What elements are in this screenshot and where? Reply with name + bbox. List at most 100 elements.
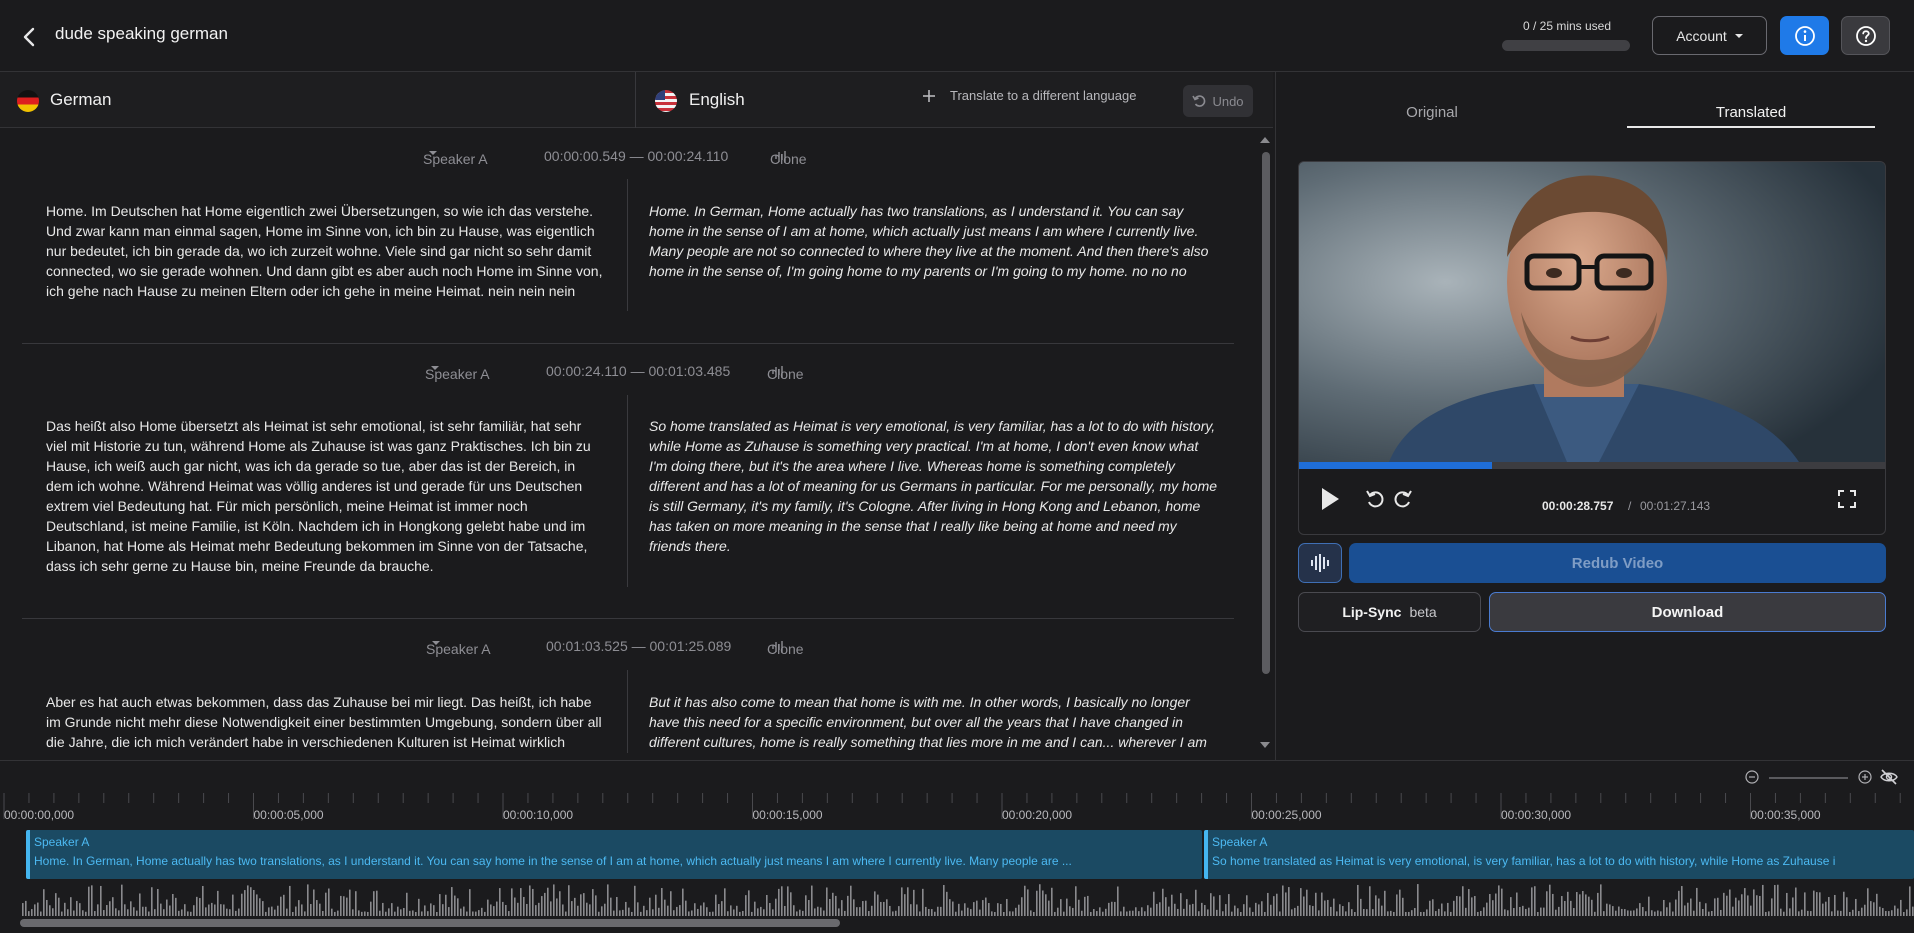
video-frame[interactable] [1299, 162, 1885, 462]
tab-translated[interactable]: Translated [1627, 104, 1875, 121]
waveform-bar [1258, 904, 1260, 916]
forward-icon[interactable] [1393, 489, 1413, 509]
zoom-slider[interactable] [1769, 777, 1848, 779]
waveform-bar [841, 900, 843, 916]
account-dropdown[interactable]: Account [1652, 16, 1767, 55]
waveform-bar [586, 902, 588, 916]
waveform-bar [505, 904, 507, 916]
timeline-horizontal-scrollbar[interactable] [20, 919, 840, 927]
zoom-out-icon[interactable] [1745, 770, 1759, 784]
waveform-bar [973, 902, 975, 916]
help-button[interactable] [1841, 16, 1890, 55]
zoom-in-icon[interactable] [1858, 770, 1872, 784]
clone-voice-button[interactable]: Clone [770, 148, 807, 167]
waveform-bar [406, 892, 408, 916]
waveform-bar [703, 902, 705, 916]
waveform-bar [484, 911, 486, 916]
waveform-bar [391, 903, 393, 916]
waveform-bar [547, 887, 549, 916]
waveform-bar [628, 907, 630, 916]
waveform-bar [1750, 905, 1752, 916]
segment-translated-text[interactable]: Home. In German, Home actually has two t… [649, 201, 1219, 281]
timeline-clip[interactable]: Speaker A Home. In German, Home actually… [26, 830, 1202, 879]
timeline-clip[interactable]: Speaker A So home translated as Heimat i… [1204, 830, 1914, 879]
video-progress-track[interactable] [1299, 462, 1885, 469]
tab-original[interactable]: Original [1308, 104, 1556, 121]
waveform-bar [304, 911, 306, 916]
waveform-bar [691, 910, 693, 916]
segment-original-text[interactable]: Aber es hat auch etwas bekommen, dass da… [46, 692, 606, 753]
segment-original-text[interactable]: Das heißt also Home übersetzt als Heimat… [46, 416, 606, 576]
waveform-bar [1525, 908, 1527, 916]
segment-translated-text[interactable]: But it has also come to mean that home i… [649, 692, 1219, 753]
clone-voice-button[interactable]: Clone [767, 363, 804, 382]
eye-off-icon[interactable] [1880, 768, 1898, 786]
waveform-bar [892, 911, 894, 916]
translate-different-language-button[interactable]: Translate to a different language [922, 88, 1136, 103]
play-icon[interactable] [1319, 486, 1341, 512]
waveform-bar [184, 904, 186, 916]
segment-translated-text[interactable]: So home translated as Heimat is very emo… [649, 416, 1219, 556]
waveform-bar [313, 889, 315, 916]
waveform-bar [253, 889, 255, 916]
clip-speaker: Speaker A [1212, 835, 1268, 849]
waveform-icon [1311, 554, 1329, 572]
clone-voice-button[interactable]: Clone [767, 638, 804, 657]
waveform-bar [877, 894, 879, 916]
download-button[interactable]: Download [1489, 592, 1886, 632]
back-arrow-icon[interactable] [20, 26, 40, 48]
clip-speaker: Speaker A [34, 835, 90, 849]
waveform-bar [1396, 894, 1398, 916]
waveform-bar [1828, 897, 1830, 916]
redub-video-button[interactable]: Redub Video [1349, 543, 1886, 583]
waveform-bar [280, 896, 282, 916]
waveform-bar [931, 909, 933, 916]
waveform-bar [1801, 909, 1803, 916]
waveform-bar [1615, 910, 1617, 916]
segment-original-text[interactable]: Home. Im Deutschen hat Home eigentlich z… [46, 201, 606, 301]
waveform-bar [97, 904, 99, 916]
waveform-bar [583, 893, 585, 916]
waveform-bar [1180, 893, 1182, 916]
waveform-bar [1702, 908, 1704, 916]
info-button[interactable] [1780, 16, 1829, 55]
waveform-bar [946, 891, 948, 916]
lip-sync-button[interactable]: Lip-Sync beta [1298, 592, 1481, 632]
waveform-bar [103, 910, 105, 916]
waveform-bar [1792, 897, 1794, 916]
waveform-bar [676, 906, 678, 916]
transcript-scroll-thumb[interactable] [1262, 152, 1270, 674]
waveform-bar [1519, 906, 1521, 916]
waveform-bar [1522, 905, 1524, 916]
waveform-bar [916, 904, 918, 916]
waveform-bar [574, 897, 576, 916]
waveform-bar [1480, 910, 1482, 916]
waveform-bar [823, 910, 825, 916]
waveform-bar [430, 903, 432, 916]
waveform-bar [1285, 892, 1287, 916]
voice-settings-button[interactable] [1298, 543, 1342, 583]
scroll-down-arrow-icon[interactable] [1260, 742, 1270, 748]
timeline-tick-label: 00:00:25,000 [1251, 808, 1322, 822]
waveform-bar [445, 894, 447, 916]
rewind-icon[interactable] [1365, 489, 1385, 509]
waveform-bar [1009, 911, 1011, 916]
waveform-bar [1879, 906, 1881, 916]
waveform-bar [1594, 911, 1596, 916]
scroll-up-arrow-icon[interactable] [1260, 137, 1270, 143]
waveform-bar [106, 905, 108, 916]
waveform-bar [1150, 907, 1152, 916]
waveform-bar [1474, 896, 1476, 916]
waveform-bar [934, 911, 936, 916]
waveform-bar [952, 901, 954, 916]
waveform-bar [619, 910, 621, 916]
waveform-bar [556, 898, 558, 916]
undo-button[interactable]: Undo [1183, 85, 1253, 117]
waveform-bar [1096, 911, 1098, 916]
audio-waveform[interactable] [22, 882, 1914, 916]
waveform-bar [595, 895, 597, 916]
transcript-editor[interactable]: Speaker A 00:00:00.549 — 00:00:24.110 Cl… [0, 129, 1252, 753]
waveform-bar [913, 889, 915, 916]
fullscreen-icon[interactable] [1837, 489, 1857, 509]
waveform-bar [1690, 898, 1692, 916]
